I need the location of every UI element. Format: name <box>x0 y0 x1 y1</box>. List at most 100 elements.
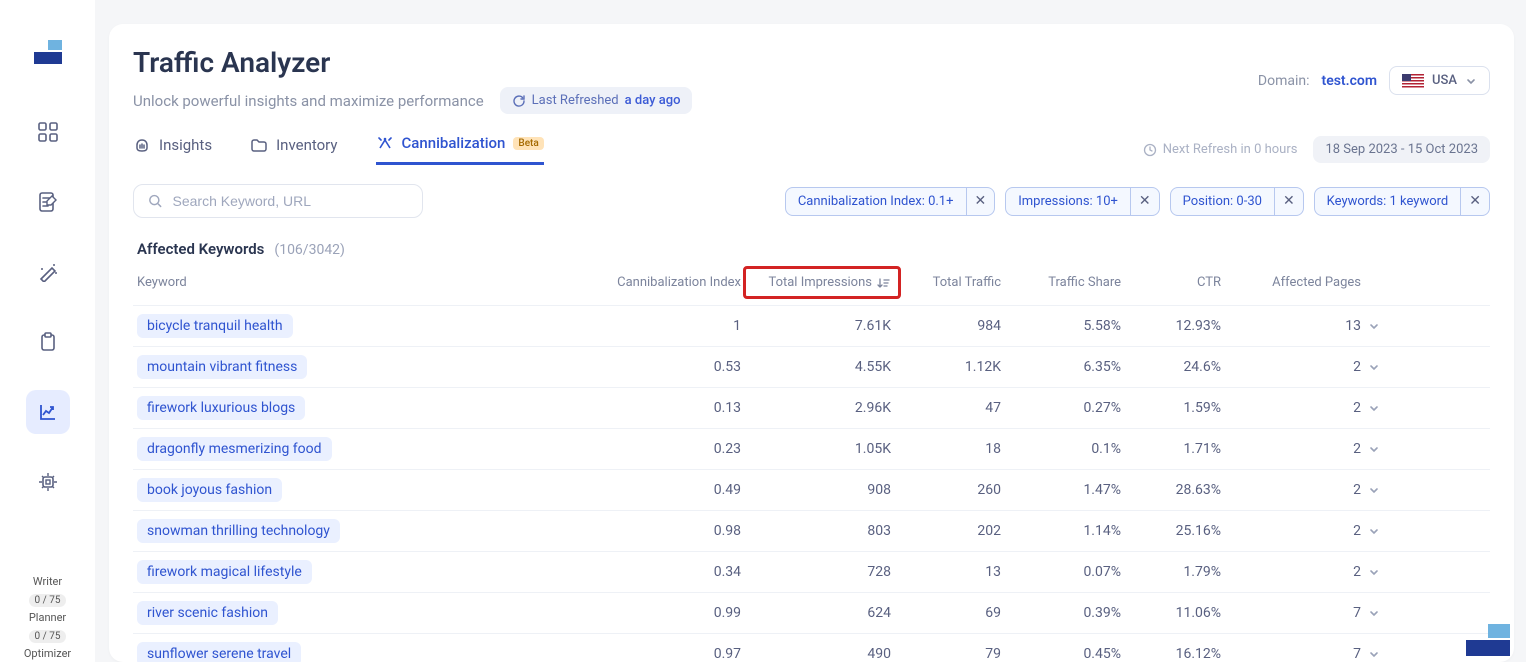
cell-pages: 2 <box>1227 400 1367 416</box>
flag-usa-icon <box>1402 74 1424 88</box>
cell-ctr: 16.12% <box>1127 646 1227 662</box>
nav-analytics[interactable] <box>26 390 70 434</box>
domain-label: Domain: <box>1258 73 1310 89</box>
filter-chip: Position: 0-30✕ <box>1170 187 1304 216</box>
filter-chip-close[interactable]: ✕ <box>1130 188 1159 215</box>
nav-cpu[interactable] <box>26 460 70 504</box>
expand-row-button[interactable] <box>1367 401 1417 415</box>
th-pages[interactable]: Affected Pages <box>1227 275 1367 290</box>
cell-impressions: 7.61K <box>747 318 897 334</box>
chevron-down-icon <box>1367 401 1381 415</box>
chevron-down-icon <box>1367 442 1381 456</box>
expand-row-button[interactable] <box>1367 647 1417 661</box>
table-count: (106/3042) <box>274 242 345 258</box>
date-range-pill[interactable]: 18 Sep 2023 - 15 Oct 2023 <box>1313 136 1490 163</box>
th-share[interactable]: Traffic Share <box>1007 275 1127 290</box>
filter-chip-label[interactable]: Cannibalization Index: 0.1+ <box>786 188 966 215</box>
planner-label: Planner <box>29 611 66 624</box>
expand-row-button[interactable] <box>1367 565 1417 579</box>
sidebar-quota-block: Writer 0 / 75 Planner 0 / 75 Optimizer <box>0 575 95 662</box>
cell-ctr: 28.63% <box>1127 482 1227 498</box>
filter-chip-close[interactable]: ✕ <box>1274 188 1303 215</box>
th-keyword[interactable]: Keyword <box>137 275 597 290</box>
tab-cannibalization[interactable]: Cannibalization Beta <box>376 134 544 165</box>
last-refreshed-label: Last Refreshed <box>532 93 619 108</box>
cell-share: 5.58% <box>1007 318 1127 334</box>
main-content: Traffic Analyzer Unlock powerful insight… <box>95 0 1526 662</box>
keyword-chip[interactable]: firework luxurious blogs <box>137 396 305 420</box>
search-box[interactable] <box>133 184 423 218</box>
keyword-chip[interactable]: book joyous fashion <box>137 478 282 502</box>
keyword-chip[interactable]: dragonfly mesmerizing food <box>137 437 332 461</box>
country-selector[interactable]: USA <box>1389 66 1490 95</box>
page-subtitle: Unlock powerful insights and maximize pe… <box>133 92 484 110</box>
clipboard-icon <box>38 332 58 352</box>
filter-chip-close[interactable]: ✕ <box>1460 188 1489 215</box>
expand-row-button[interactable] <box>1367 606 1417 620</box>
th-traffic[interactable]: Total Traffic <box>897 275 1007 290</box>
th-ctr[interactable]: CTR <box>1127 275 1227 290</box>
keyword-chip[interactable]: mountain vibrant fitness <box>137 355 307 379</box>
expand-row-button[interactable] <box>1367 524 1417 538</box>
tab-cannibalization-label: Cannibalization <box>402 134 506 152</box>
nav-clipboard[interactable] <box>26 320 70 364</box>
table-row: book joyous fashion0.499082601.47%28.63%… <box>133 469 1490 510</box>
cell-can_index: 0.34 <box>597 564 747 580</box>
table-row: river scenic fashion0.99624690.39%11.06%… <box>133 592 1490 633</box>
filter-chip-label[interactable]: Keywords: 1 keyword <box>1315 188 1461 215</box>
filter-chip-label[interactable]: Position: 0-30 <box>1171 188 1274 215</box>
expand-row-button[interactable] <box>1367 442 1417 456</box>
expand-row-button[interactable] <box>1367 360 1417 374</box>
cell-traffic: 18 <box>897 441 1007 457</box>
last-refreshed-pill[interactable]: Last Refreshed a day ago <box>500 87 693 114</box>
clock-icon <box>1143 143 1157 157</box>
tab-insights[interactable]: Insights <box>133 136 212 164</box>
cell-ctr: 25.16% <box>1127 523 1227 539</box>
table-row: dragonfly mesmerizing food0.231.05K180.1… <box>133 428 1490 469</box>
keyword-chip[interactable]: firework magical lifestyle <box>137 560 312 584</box>
nav-magic[interactable] <box>26 250 70 294</box>
chevron-down-icon <box>1367 606 1381 620</box>
search-input[interactable] <box>173 193 409 209</box>
cell-traffic: 13 <box>897 564 1007 580</box>
cell-ctr: 1.59% <box>1127 400 1227 416</box>
chevron-down-icon <box>1367 524 1381 538</box>
expand-row-button[interactable] <box>1367 483 1417 497</box>
planner-badge: 0 / 75 <box>29 630 67 643</box>
keyword-chip[interactable]: snowman thrilling technology <box>137 519 340 543</box>
nav-editor[interactable] <box>26 180 70 224</box>
filter-chip-label[interactable]: Impressions: 10+ <box>1006 188 1130 215</box>
keyword-chip[interactable]: sunflower serene travel <box>137 642 301 662</box>
document-edit-icon <box>38 192 58 212</box>
table-row: snowman thrilling technology0.988032021.… <box>133 510 1490 551</box>
keyword-chip[interactable]: bicycle tranquil health <box>137 314 293 338</box>
hand-insights-icon <box>133 136 151 154</box>
filter-chip: Cannibalization Index: 0.1+✕ <box>785 187 995 216</box>
cell-traffic: 260 <box>897 482 1007 498</box>
cell-traffic: 984 <box>897 318 1007 334</box>
th-can-index[interactable]: Cannibalization Index <box>597 275 747 290</box>
cell-share: 1.14% <box>1007 523 1127 539</box>
keyword-chip[interactable]: river scenic fashion <box>137 601 278 625</box>
cell-ctr: 24.6% <box>1127 359 1227 375</box>
chevron-down-icon <box>1367 483 1381 497</box>
cell-share: 6.35% <box>1007 359 1127 375</box>
filter-chip-close[interactable]: ✕ <box>966 188 995 215</box>
cell-share: 0.45% <box>1007 646 1127 662</box>
cell-can_index: 0.97 <box>597 646 747 662</box>
tab-inventory[interactable]: Inventory <box>250 136 337 164</box>
cell-pages: 13 <box>1227 318 1367 334</box>
cell-share: 0.27% <box>1007 400 1127 416</box>
chevron-down-icon <box>1367 647 1381 661</box>
nav-dashboard[interactable] <box>26 110 70 154</box>
table-header-row: Keyword Cannibalization Index Total Impr… <box>133 266 1490 305</box>
search-icon <box>148 193 163 209</box>
cell-impressions: 1.05K <box>747 441 897 457</box>
cell-impressions: 728 <box>747 564 897 580</box>
th-impressions[interactable]: Total Impressions <box>743 266 901 299</box>
filter-chips: Cannibalization Index: 0.1+✕Impressions:… <box>785 187 1490 216</box>
expand-row-button[interactable] <box>1367 319 1417 333</box>
app-logo-icon <box>34 40 62 64</box>
cell-ctr: 1.79% <box>1127 564 1227 580</box>
cell-impressions: 803 <box>747 523 897 539</box>
